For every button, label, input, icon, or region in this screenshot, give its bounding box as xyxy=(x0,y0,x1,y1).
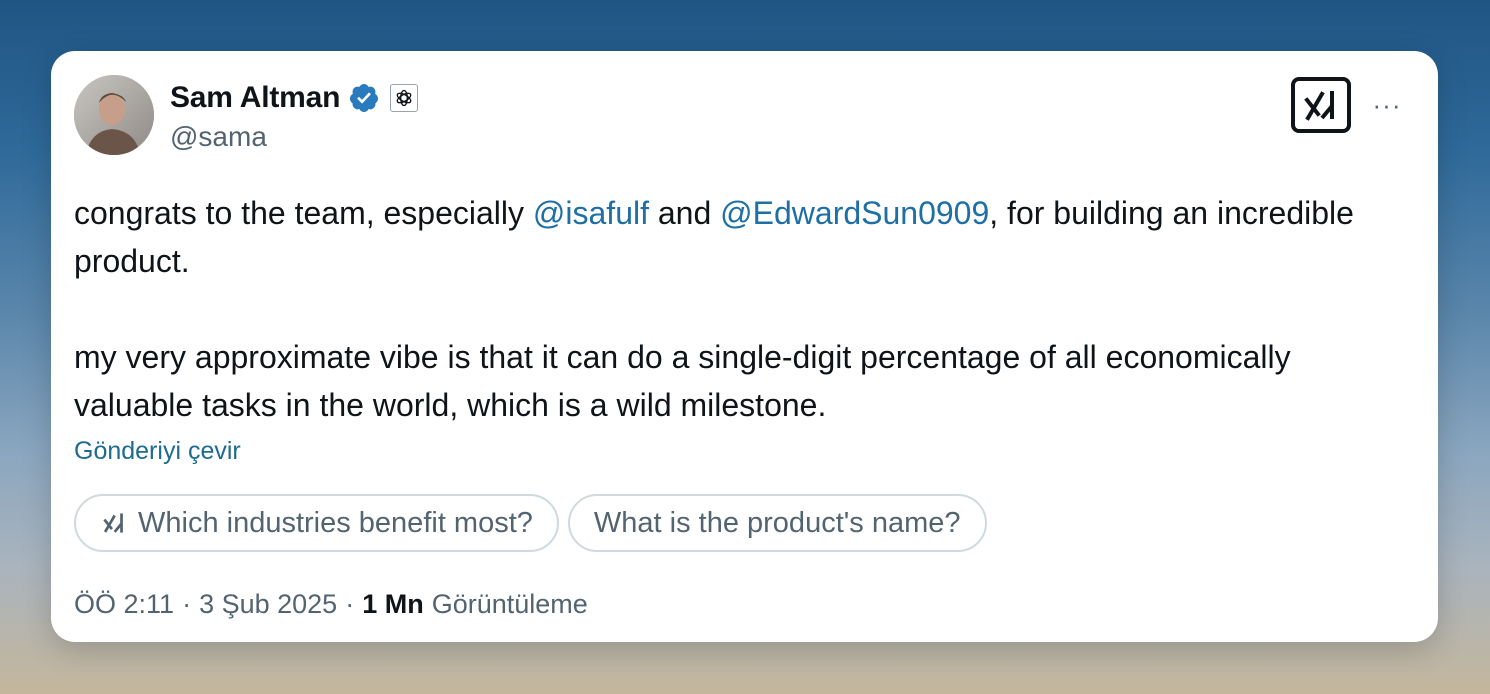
mention-link[interactable]: @isafulf xyxy=(533,195,649,231)
verified-badge-icon xyxy=(348,82,380,114)
more-options-icon[interactable]: ··· xyxy=(1369,87,1405,123)
avatar-image xyxy=(74,75,154,155)
grok-icon xyxy=(100,509,128,537)
author-handle[interactable]: @sama xyxy=(170,121,267,153)
tweet-time[interactable]: ÖÖ 2:11 xyxy=(74,589,174,620)
avatar[interactable] xyxy=(74,75,154,155)
tweet-date[interactable]: 3 Şub 2025 xyxy=(199,589,337,620)
grok-logo-icon[interactable] xyxy=(1291,77,1351,133)
text-segment: congrats to the team, especially xyxy=(74,195,533,231)
separator: · xyxy=(345,589,355,619)
translate-link[interactable]: Gönderiyi çevir xyxy=(74,437,241,466)
view-count: 1 Mn xyxy=(362,589,424,619)
grok-suggestions: Which industries benefit most? What is t… xyxy=(74,494,987,552)
author-row: Sam Altman xyxy=(170,78,419,118)
suggestion-label: What is the product's name? xyxy=(593,506,961,539)
suggestion-label: Which industries benefit most? xyxy=(138,506,533,539)
separator: · xyxy=(182,589,192,619)
tweet-paragraph-1: congrats to the team, especially @isaful… xyxy=(74,189,1364,285)
tweet-meta: ÖÖ 2:11 · 3 Şub 2025 · 1 Mn Görüntüleme xyxy=(74,589,588,620)
tweet-paragraph-2: my very approximate vibe is that it can … xyxy=(74,339,1291,423)
suggestion-chip[interactable]: What is the product's name? xyxy=(567,494,987,552)
view-label: Görüntüleme xyxy=(431,589,588,619)
mention-link[interactable]: @EdwardSun0909 xyxy=(720,195,989,231)
openai-affiliate-icon[interactable] xyxy=(390,84,419,112)
text-segment: and xyxy=(648,195,721,231)
suggestion-chip[interactable]: Which industries benefit most? xyxy=(74,494,559,552)
tweet-card: Sam Altman @sama ··· congrats to the tea… xyxy=(51,51,1438,642)
author-name[interactable]: Sam Altman xyxy=(170,81,340,115)
tweet-text: congrats to the team, especially @isaful… xyxy=(74,189,1364,429)
